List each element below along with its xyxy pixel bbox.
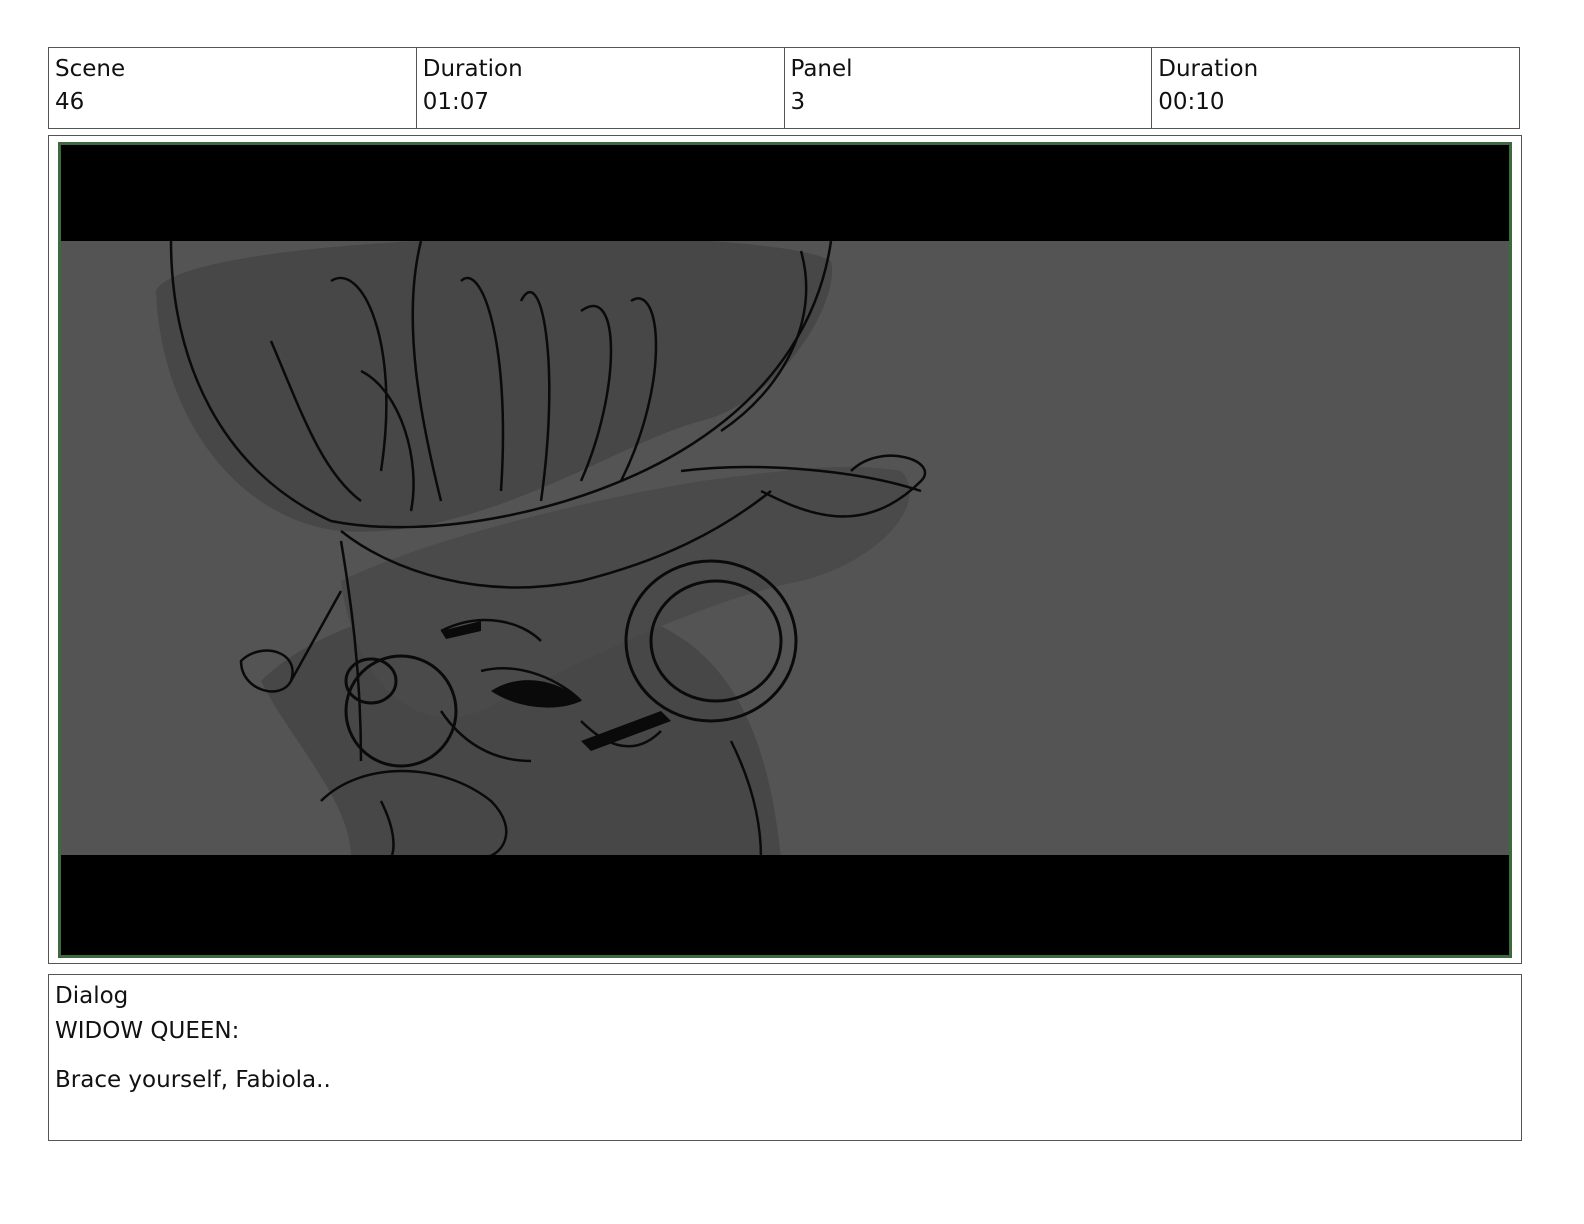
dialog-box: Dialog WIDOW QUEEN: Brace yourself, Fabi… — [48, 974, 1522, 1141]
sketch-drawing — [156, 241, 927, 858]
dialog-speaker: WIDOW QUEEN: — [55, 1018, 240, 1044]
panel-cell: Panel 3 — [785, 48, 1153, 128]
scene-duration-value: 01:07 — [422, 89, 490, 115]
panel-label: Panel — [790, 56, 853, 82]
panel-duration-cell: Duration 00:10 — [1152, 48, 1519, 128]
scene-value: 46 — [55, 89, 85, 115]
panel-duration-value: 00:10 — [1158, 89, 1225, 115]
storyboard-sketch — [61, 241, 1509, 858]
dialog-line: Brace yourself, Fabiola.. — [55, 1067, 331, 1093]
panel-value: 3 — [790, 89, 806, 115]
scene-duration-label: Duration — [422, 56, 523, 82]
dialog-label: Dialog — [55, 983, 129, 1009]
panel-image-frame — [58, 142, 1512, 958]
scene-duration-cell: Duration 01:07 — [417, 48, 785, 128]
letterbox-top — [61, 145, 1509, 241]
scene-cell: Scene 46 — [49, 48, 417, 128]
scene-label: Scene — [55, 56, 126, 82]
letterbox-bottom — [61, 855, 1509, 955]
panel-duration-label: Duration — [1158, 56, 1259, 82]
storyboard-header: Scene 46 Duration 01:07 Panel 3 Duration… — [48, 47, 1520, 129]
